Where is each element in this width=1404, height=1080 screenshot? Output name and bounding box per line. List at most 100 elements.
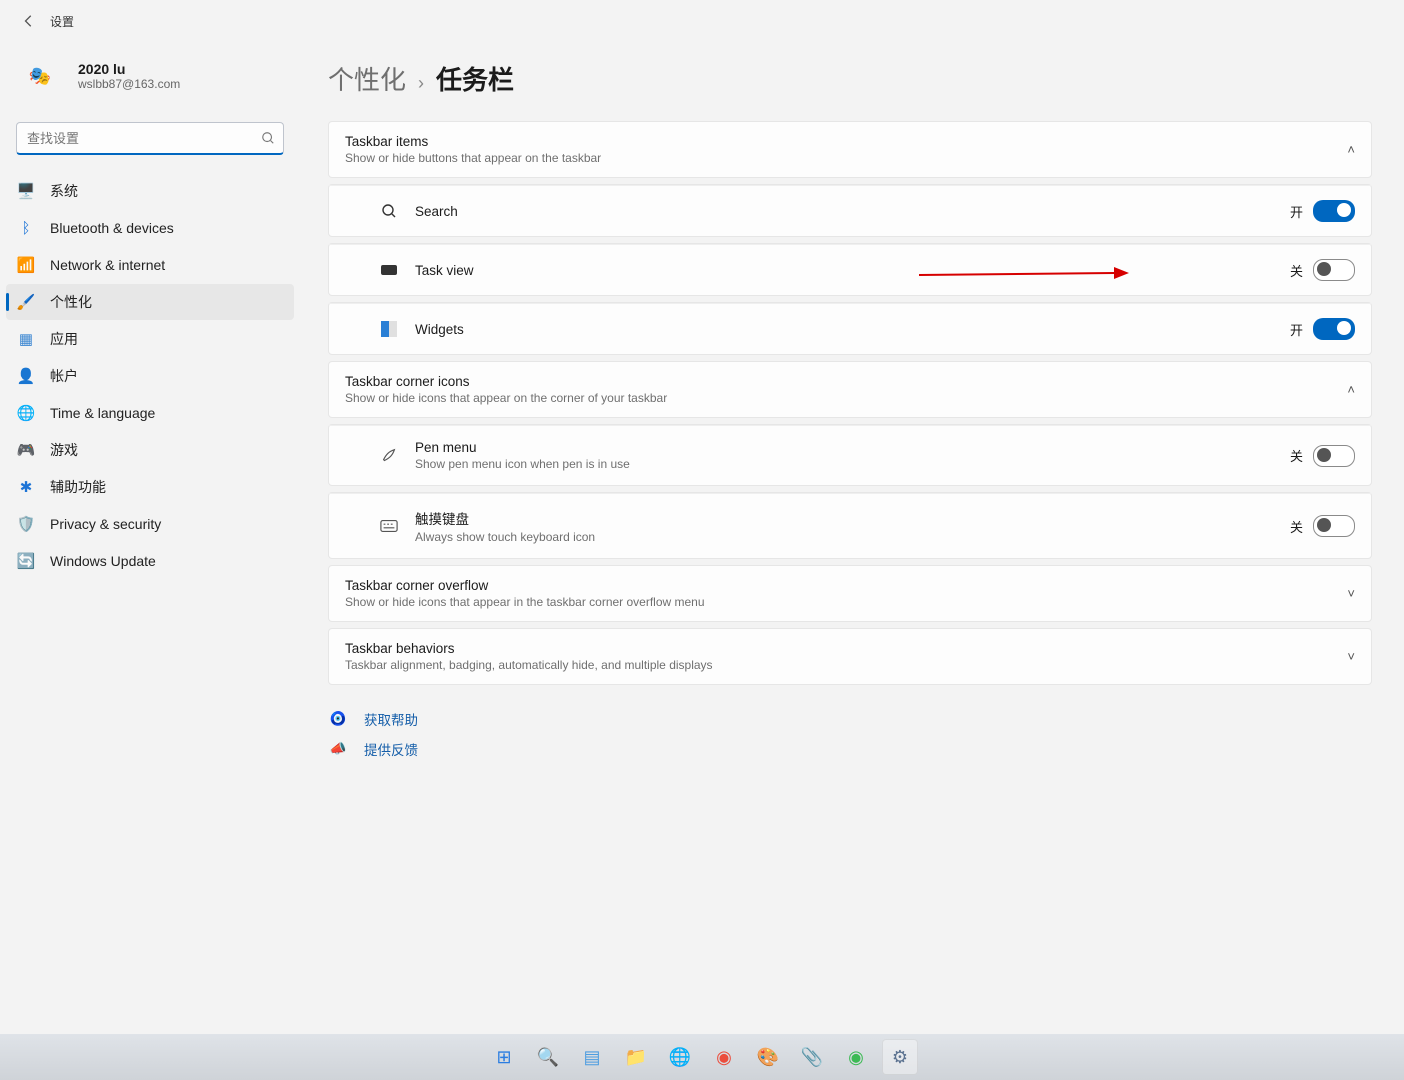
row-label: Widgets	[415, 322, 464, 337]
gaming-icon: 🎮	[16, 440, 36, 460]
touchkb-icon	[379, 516, 399, 536]
section-subtitle: Show or hide buttons that appear on the …	[345, 151, 601, 165]
sidebar-item-label: 个性化	[50, 292, 92, 312]
window-title: 设置	[50, 13, 74, 30]
system-icon: 🖥️	[16, 181, 36, 201]
sidebar-item-label: Time & language	[50, 405, 155, 421]
taskbar-app-settings[interactable]: ⚙	[882, 1039, 918, 1075]
sidebar-item-label: Privacy & security	[50, 516, 161, 532]
chevron-up-icon: ˄	[1347, 382, 1355, 397]
pen-toggle[interactable]	[1313, 445, 1355, 467]
avatar: 🎭	[16, 52, 64, 100]
section-title: Taskbar items	[345, 134, 601, 149]
taskbar-app-taskview[interactable]: ▤	[574, 1039, 610, 1075]
section-subtitle: Taskbar alignment, badging, automaticall…	[345, 658, 713, 672]
taskbar[interactable]: ⊞🔍▤📁🌐◉🎨📎◉⚙	[0, 1034, 1404, 1080]
taskbar-items-row-taskview: Task view 关	[329, 244, 1371, 295]
widgets-icon	[379, 319, 399, 339]
taskbar-items-row-search: Search 开	[329, 185, 1371, 236]
sidebar-item-time[interactable]: 🌐 Time & language	[6, 395, 294, 431]
sidebar-item-gaming[interactable]: 🎮 游戏	[6, 432, 294, 468]
taskbar-app-start[interactable]: ⊞	[486, 1039, 522, 1075]
chevron-right-icon: ›	[418, 73, 424, 94]
toggle-state-label: 关	[1290, 261, 1303, 280]
feedback-link[interactable]: 📣 提供反馈	[328, 739, 1372, 759]
sidebar-item-apps[interactable]: ▦ 应用	[6, 321, 294, 357]
update-icon: 🔄	[16, 551, 36, 571]
sidebar-item-privacy[interactable]: 🛡️ Privacy & security	[6, 506, 294, 542]
search-input[interactable]	[25, 130, 261, 147]
row-label: Task view	[415, 263, 474, 278]
chevron-up-icon: ˄	[1347, 142, 1355, 157]
corner-icons-row-pen: Pen menu Show pen menu icon when pen is …	[329, 425, 1371, 485]
accounts-icon: 👤	[16, 366, 36, 386]
section-taskbar-items-header[interactable]: Taskbar items Show or hide buttons that …	[329, 122, 1371, 177]
sidebar-item-accessibility[interactable]: ✱ 辅助功能	[6, 469, 294, 505]
toggle-state-label: 关	[1290, 517, 1303, 536]
account-email: wslbb87@163.com	[78, 77, 180, 91]
sidebar-item-label: Network & internet	[50, 257, 165, 273]
sidebar-item-network[interactable]: 📶Network & internet	[6, 247, 294, 283]
taskbar-app-chrome2[interactable]: ◉	[838, 1039, 874, 1075]
taskbar-app-chrome1[interactable]: ◉	[706, 1039, 742, 1075]
sidebar-item-update[interactable]: 🔄 Windows Update	[6, 543, 294, 579]
sidebar-item-accounts[interactable]: 👤 帐户	[6, 358, 294, 394]
search-box[interactable]	[16, 122, 284, 155]
search-icon	[261, 131, 275, 145]
taskbar-app-explorer[interactable]: 📁	[618, 1039, 654, 1075]
accessibility-icon: ✱	[16, 477, 36, 497]
back-button[interactable]	[14, 6, 44, 36]
widgets-toggle[interactable]	[1313, 318, 1355, 340]
row-subtitle: Show pen menu icon when pen is in use	[415, 457, 630, 471]
sidebar-item-bluetooth[interactable]: ᛒ Bluetooth & devices	[6, 210, 294, 246]
time-icon: 🌐	[16, 403, 36, 423]
feedback-link-label: 提供反馈	[364, 739, 418, 759]
section-title: Taskbar behaviors	[345, 641, 713, 656]
sidebar-item-label: 游戏	[50, 440, 78, 460]
chevron-down-icon: ˅	[1347, 649, 1355, 664]
annotation-arrow-icon	[919, 263, 1129, 287]
toggle-state-label: 开	[1290, 202, 1303, 221]
taskbar-app-paint[interactable]: 🎨	[750, 1039, 786, 1075]
sidebar-item-label: Bluetooth & devices	[50, 220, 174, 236]
section-behaviors-header[interactable]: Taskbar behaviors Taskbar alignment, bad…	[329, 629, 1371, 684]
toggle-state-label: 关	[1290, 446, 1303, 465]
sidebar-item-label: 辅助功能	[50, 477, 106, 497]
arrow-left-icon	[22, 14, 36, 28]
sidebar-item-personalization[interactable]: 🖌️个性化	[6, 284, 294, 320]
chevron-down-icon: ˅	[1347, 586, 1355, 601]
section-title: Taskbar corner icons	[345, 374, 667, 389]
sidebar-item-label: 应用	[50, 329, 78, 349]
section-corner-icons-header[interactable]: Taskbar corner icons Show or hide icons …	[329, 362, 1371, 417]
touchkb-toggle[interactable]	[1313, 515, 1355, 537]
taskbar-app-search[interactable]: 🔍	[530, 1039, 566, 1075]
taskbar-app-office[interactable]: 📎	[794, 1039, 830, 1075]
taskview-toggle[interactable]	[1313, 259, 1355, 281]
help-link-label: 获取帮助	[364, 709, 418, 729]
taskbar-app-edge[interactable]: 🌐	[662, 1039, 698, 1075]
help-link[interactable]: 🧿 获取帮助	[328, 709, 1372, 729]
sidebar-item-system[interactable]: 🖥️ 系统	[6, 173, 294, 209]
sidebar-item-label: Windows Update	[50, 553, 156, 569]
toggle-state-label: 开	[1290, 320, 1303, 339]
row-label: 触摸键盘	[415, 508, 595, 528]
section-title: Taskbar corner overflow	[345, 578, 705, 593]
breadcrumb-parent[interactable]: 个性化	[328, 60, 406, 97]
section-overflow-header[interactable]: Taskbar corner overflow Show or hide ico…	[329, 566, 1371, 621]
section-subtitle: Show or hide icons that appear on the co…	[345, 391, 667, 405]
privacy-icon: 🛡️	[16, 514, 36, 534]
search-toggle[interactable]	[1313, 200, 1355, 222]
help-icon: 🧿	[328, 709, 348, 729]
breadcrumb: 个性化 › 任务栏	[328, 60, 1372, 97]
bluetooth-icon: ᛒ	[16, 218, 36, 238]
row-label: Search	[415, 204, 458, 219]
sidebar-item-label: 系统	[50, 181, 78, 201]
row-label: Pen menu	[415, 440, 630, 455]
breadcrumb-current: 任务栏	[436, 60, 514, 97]
account-block[interactable]: 🎭 2020 lu wslbb87@163.com	[0, 42, 300, 122]
account-name: 2020 lu	[78, 61, 180, 77]
feedback-icon: 📣	[328, 739, 348, 759]
apps-icon: ▦	[16, 329, 36, 349]
search-icon	[379, 201, 399, 221]
sidebar-item-label: 帐户	[50, 366, 78, 386]
